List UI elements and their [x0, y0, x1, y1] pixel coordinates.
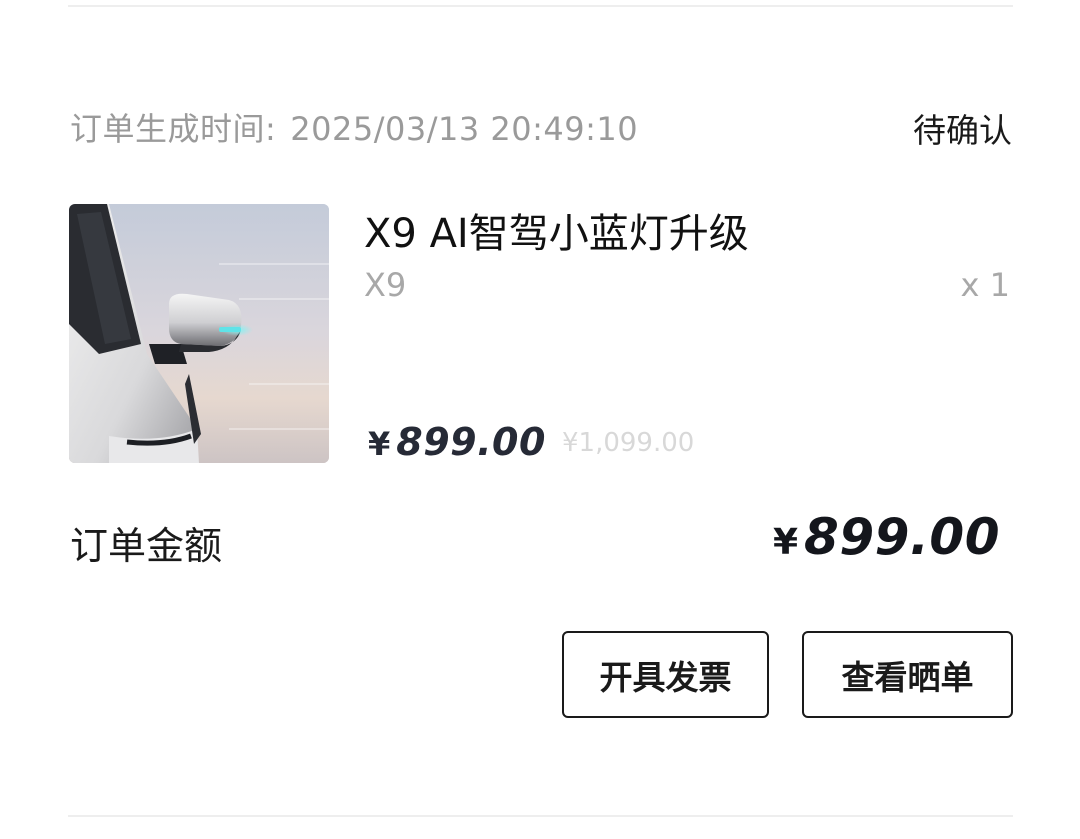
total-currency: ¥	[772, 522, 799, 563]
unit-price: ¥899.00	[368, 420, 546, 464]
original-price: ¥1,099.00	[562, 428, 695, 458]
total-amount: ¥899.00	[773, 508, 1000, 566]
view-review-button[interactable]: 查看晒单	[802, 631, 1013, 718]
product-quantity: x 1	[960, 266, 1010, 304]
total-label: 订单金额	[70, 524, 223, 568]
total-amount-value: 899.00	[804, 508, 1000, 566]
order-time: 订单生成时间: 2025/03/13 20:49:10	[70, 104, 638, 150]
order-status: 待确认	[913, 111, 1012, 150]
top-divider	[68, 5, 1013, 7]
unit-price-currency: ¥	[368, 425, 391, 463]
order-time-label: 订单生成时间:	[70, 110, 277, 148]
issue-invoice-button[interactable]: 开具发票	[562, 631, 769, 718]
product-image[interactable]	[69, 204, 329, 463]
car-side-mirror-image	[69, 204, 329, 463]
product-variant: X9	[364, 266, 407, 304]
order-time-value: 2025/03/13 20:49:10	[290, 110, 639, 148]
bottom-divider	[68, 815, 1013, 817]
product-name[interactable]: X9 AI智驾小蓝灯升级	[364, 201, 749, 259]
unit-price-amount: 899.00	[396, 420, 546, 464]
